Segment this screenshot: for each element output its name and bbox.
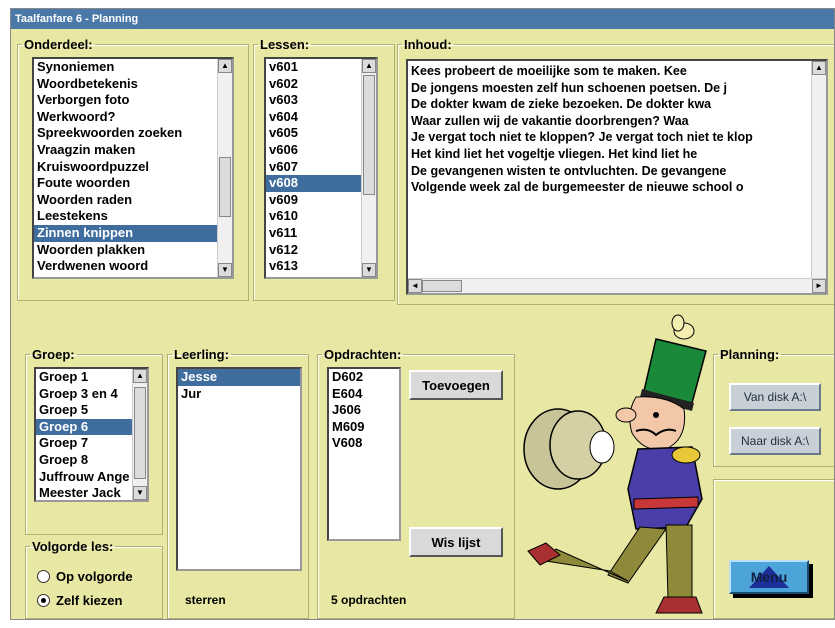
onderdeel-item[interactable]: Foute woorden	[34, 175, 232, 192]
les-item[interactable]: v610	[266, 208, 376, 225]
scroll-thumb[interactable]	[134, 387, 146, 479]
inhoud-legend: Inhoud:	[404, 37, 452, 52]
scroll-thumb[interactable]	[422, 280, 462, 292]
scroll-up-icon[interactable]: ▲	[133, 369, 147, 383]
inhoud-line: De jongens moesten zelf hun schoenen poe…	[411, 80, 728, 95]
groep-legend: Groep:	[32, 347, 75, 362]
leerling-legend: Leerling:	[174, 347, 229, 362]
onderdeel-item[interactable]: Woorden plakken	[34, 242, 232, 259]
scroll-up-icon[interactable]: ▲	[362, 59, 376, 73]
inhoud-vscrollbar[interactable]: ▲	[811, 61, 826, 279]
opdrachten-legend: Opdrachten:	[324, 347, 402, 362]
onderdeel-item[interactable]: Zinnen knippen	[34, 224, 232, 242]
lessen-legend: Lessen:	[260, 37, 310, 52]
menu-box	[713, 479, 834, 619]
scroll-thumb[interactable]	[363, 75, 375, 195]
radio-icon[interactable]	[37, 570, 50, 583]
scroll-down-icon[interactable]: ▼	[133, 486, 147, 500]
les-item[interactable]: v613	[266, 258, 376, 275]
volgorde-radio[interactable]: Zelf kiezen	[37, 593, 122, 608]
cymbal-player-illustration	[523, 314, 707, 614]
les-item[interactable]: v611	[266, 225, 376, 242]
onderdeel-item[interactable]: Leestekens	[34, 208, 232, 225]
groep-item[interactable]: Juffrouw Ange	[36, 469, 147, 486]
opdracht-item[interactable]: D602	[329, 369, 399, 386]
planning-window: Taalfanfare 6 - Planning Onderdeel: Syno…	[10, 8, 835, 620]
les-item[interactable]: v607	[266, 159, 376, 176]
scroll-thumb[interactable]	[219, 157, 231, 217]
les-item[interactable]: v602	[266, 76, 376, 93]
onderdeel-list[interactable]: Synoniemen Woordbetekenis Verborgen foto We…	[32, 57, 234, 279]
scroll-down-icon[interactable]: ▼	[362, 263, 376, 277]
planning-legend: Planning:	[720, 347, 780, 362]
scroll-up-icon[interactable]: ▲	[812, 61, 826, 75]
groep-item[interactable]: Groep 1	[36, 369, 147, 386]
les-item[interactable]: v603	[266, 92, 376, 109]
toevoegen-button[interactable]: Toevoegen	[409, 370, 503, 400]
lessen-list[interactable]: v601 v602 v603 v604 v605 v606 v607 v608 v609 v610…	[264, 57, 378, 279]
opdracht-item[interactable]: E604	[329, 386, 399, 403]
onderdeel-legend: Onderdeel:	[24, 37, 93, 52]
scroll-down-icon[interactable]: ▼	[218, 263, 232, 277]
onderdeel-item[interactable]: Woorden raden	[34, 192, 232, 209]
opdrachten-list[interactable]: D602 E604 J606 M609 V608	[327, 367, 401, 541]
volgorde-radio-label: Op volgorde	[56, 569, 133, 584]
onderdeel-item[interactable]: Spreekwoorden zoeken	[34, 125, 232, 142]
leerling-item[interactable]: Jur	[178, 386, 300, 403]
menu-button[interactable]: Menu	[729, 560, 809, 594]
groep-item[interactable]: Groep 5	[36, 402, 147, 419]
scroll-left-icon[interactable]: ◄	[408, 279, 422, 293]
onderdeel-item[interactable]: Verdwenen woord	[34, 258, 232, 275]
les-item[interactable]: v604	[266, 109, 376, 126]
les-item[interactable]: v605	[266, 125, 376, 142]
onderdeel-item[interactable]: Woordbetekenis	[34, 76, 232, 93]
groep-list[interactable]: Groep 1 Groep 3 en 4 Groep 5 Groep 6 Groep 7…	[34, 367, 149, 502]
naar-disk-button[interactable]: Naar disk A:\	[729, 427, 821, 455]
opdracht-item[interactable]: V608	[329, 435, 399, 452]
opdracht-item[interactable]: J606	[329, 402, 399, 419]
volgorde-legend: Volgorde les:	[32, 539, 114, 554]
inhoud-hscrollbar[interactable]: ◄ ►	[408, 278, 826, 293]
inhoud-line: Waar zullen wij de vakantie doorbrengen?…	[411, 113, 689, 128]
groep-item[interactable]: Groep 6	[36, 418, 147, 436]
window-title: Taalfanfare 6 - Planning	[11, 9, 834, 29]
groep-item[interactable]: Groep 7	[36, 435, 147, 452]
radio-icon[interactable]	[37, 594, 50, 607]
opdracht-item[interactable]: M609	[329, 419, 399, 436]
inhoud-line: Het kind liet het vogeltje vliegen. Het …	[411, 146, 698, 161]
inhoud-line: Kees probeert de moeilijke som te maken.…	[411, 64, 687, 78]
wis-lijst-button[interactable]: Wis lijst	[409, 527, 503, 557]
inhoud-textbox[interactable]: Kees probeert de moeilijke som te maken.…	[406, 59, 828, 295]
groep-item[interactable]: Groep 3 en 4	[36, 386, 147, 403]
onderdeel-scrollbar[interactable]: ▲ ▼	[217, 59, 232, 277]
inhoud-line: De dokter kwam de zieke bezoeken. De dok…	[411, 97, 712, 112]
onderdeel-item[interactable]: Kruiswoordpuzzel	[34, 159, 232, 176]
volgorde-radio-label: Zelf kiezen	[56, 593, 123, 608]
van-disk-button[interactable]: Van disk A:\	[729, 383, 821, 411]
lessen-scrollbar[interactable]: ▲ ▼	[361, 59, 376, 277]
menu-label: Menu	[750, 569, 788, 585]
onderdeel-item[interactable]: Verborgen foto	[34, 92, 232, 109]
opdrachten-count: 5 opdrachten	[331, 593, 407, 607]
groep-item[interactable]: Groep 8	[36, 452, 147, 469]
scroll-up-icon[interactable]: ▲	[218, 59, 232, 73]
les-item[interactable]: v609	[266, 192, 376, 209]
volgorde-radio[interactable]: Op volgorde	[37, 569, 133, 584]
les-item[interactable]: v606	[266, 142, 376, 159]
groep-scrollbar[interactable]: ▲ ▼	[132, 369, 147, 500]
leerling-footer: sterren	[185, 593, 226, 607]
les-item[interactable]: v608	[266, 175, 376, 192]
inhoud-line: Je vergat toch niet te kloppen? Je verga…	[411, 130, 753, 145]
scroll-right-icon[interactable]: ►	[812, 279, 826, 293]
les-item[interactable]: v601	[266, 59, 376, 76]
leerling-list[interactable]: Jesse Jur	[176, 367, 302, 571]
onderdeel-item[interactable]: Werkwoord?	[34, 109, 232, 126]
les-item[interactable]: v612	[266, 242, 376, 259]
inhoud-line: De gevangenen wisten te ontvluchten. De …	[411, 163, 727, 178]
leerling-item[interactable]: Jesse	[178, 369, 300, 386]
onderdeel-item[interactable]: Vraagzin maken	[34, 142, 232, 159]
onderdeel-item[interactable]: Synoniemen	[34, 59, 232, 76]
inhoud-line: Volgende week zal de burgemeester de nie…	[411, 180, 744, 195]
groep-item[interactable]: Meester Jack	[36, 485, 147, 500]
